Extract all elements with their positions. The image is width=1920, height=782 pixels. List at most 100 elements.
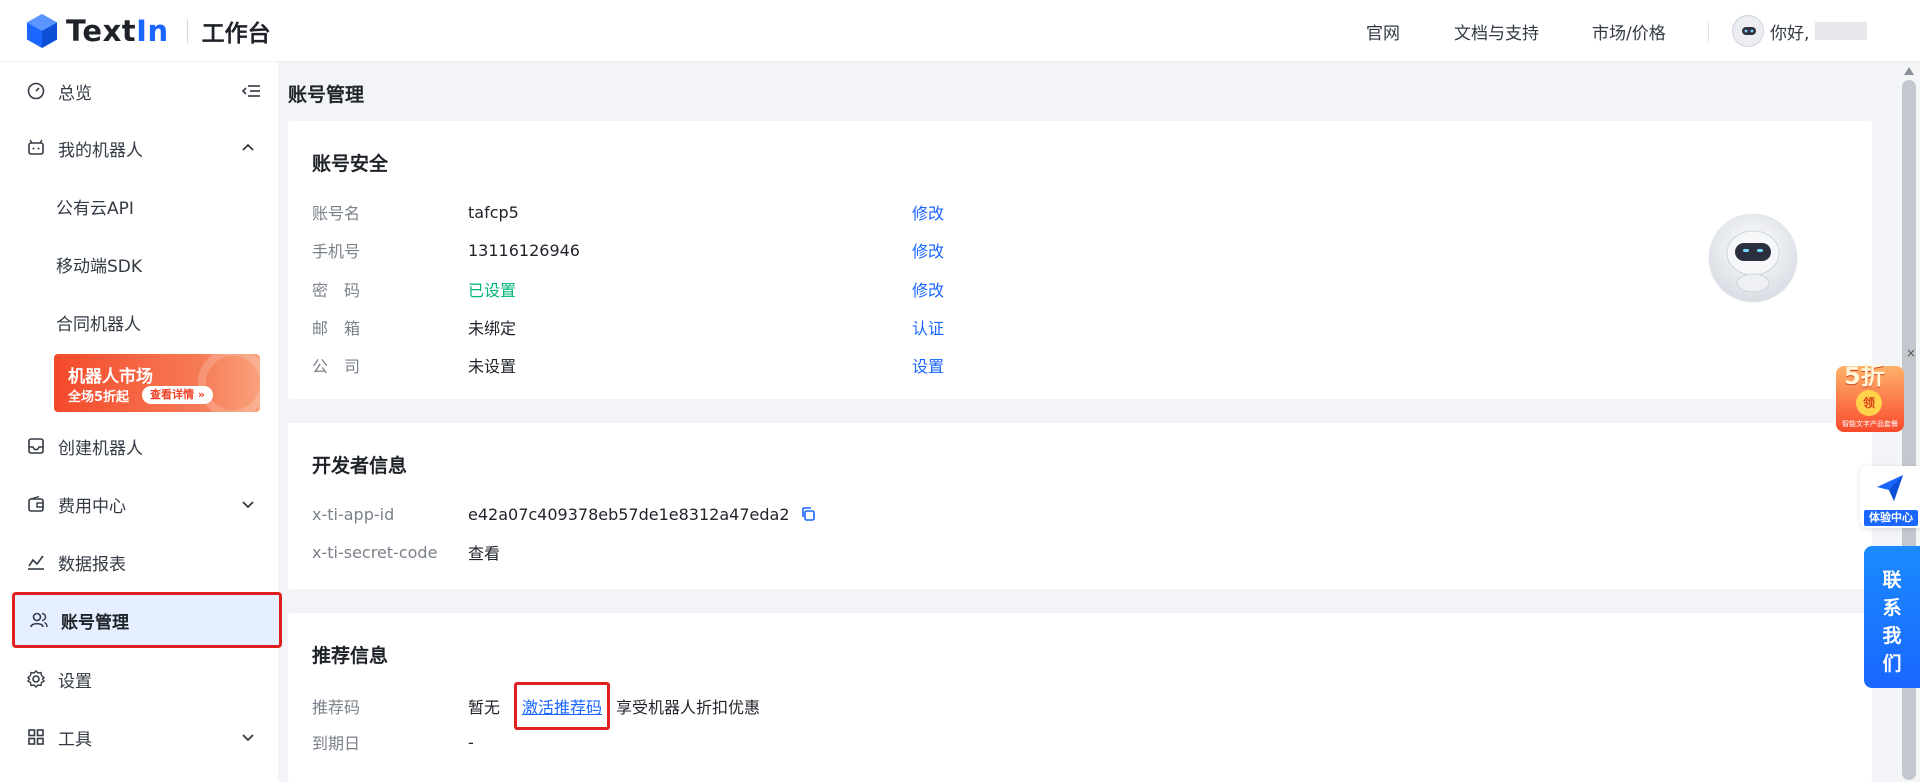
password-status: 已设置: [468, 281, 517, 300]
robot-market-promo-banner[interactable]: 机器人市场 全场5折起 查看详情 »: [54, 354, 260, 412]
user-menu[interactable]: 你好,: [1732, 15, 1868, 47]
sidebar-item-settings[interactable]: 设置: [12, 654, 280, 704]
users-icon: [29, 610, 49, 630]
sidebar: 总览 我的机器人 公有云API 移动端SDK 合同机器人 机器人市场 全场5折起…: [0, 62, 282, 782]
sidebar-item-billing[interactable]: 费用中心: [12, 479, 280, 529]
brand-logo[interactable]: TextIn 工作台: [26, 13, 271, 49]
section-title-developer-info: 开发者信息: [312, 455, 408, 477]
nav-market-price[interactable]: 市场/价格: [1592, 19, 1666, 44]
dashboard-icon: [26, 81, 46, 101]
scroll-up-arrow-icon[interactable]: [1903, 66, 1915, 76]
inbox-icon: [26, 436, 46, 456]
discount-tiny-text: 智能文字产品套餐: [1842, 420, 1898, 428]
discount-coin: 领: [1856, 390, 1882, 416]
field-label: 密 码: [312, 281, 361, 300]
edit-phone-link[interactable]: 修改: [912, 238, 944, 262]
sidebar-item-label: 总览: [58, 83, 92, 104]
collapse-sidebar-icon[interactable]: [240, 80, 262, 102]
edit-password-link[interactable]: 修改: [912, 277, 944, 301]
referral-code-value: 暂无: [468, 698, 501, 717]
row-password: 密 码 已设置 修改: [312, 278, 944, 300]
row-email: 邮 箱 未绑定 认证: [312, 316, 944, 338]
brand-name: TextIn: [66, 13, 169, 48]
sidebar-item-public-cloud-api[interactable]: 公有云API: [12, 181, 280, 231]
promo-title: 机器人市场: [68, 367, 153, 387]
field-label: 手机号: [312, 242, 361, 261]
field-value: tafcp5: [468, 202, 519, 222]
field-label: x-ti-secret-code: [312, 542, 438, 562]
nav-divider: [1708, 22, 1709, 42]
textin-logo-icon: [27, 13, 57, 48]
sidebar-item-account-management[interactable]: 账号管理: [12, 592, 282, 648]
grid-icon: [26, 727, 46, 747]
sidebar-item-label: 账号管理: [61, 612, 129, 633]
page-title: 账号管理: [288, 84, 365, 106]
field-value: 未绑定: [468, 319, 517, 338]
sidebar-item-my-robots[interactable]: 我的机器人: [12, 123, 280, 173]
logo-divider: [186, 18, 188, 43]
discount-big-text: 5折: [1844, 362, 1885, 390]
row-company: 公 司 未设置 设置: [312, 354, 944, 376]
sidebar-item-create-robot[interactable]: 创建机器人: [12, 421, 280, 471]
robot-avatar-icon: [1734, 17, 1763, 46]
robot-avatar-icon[interactable]: [1708, 213, 1798, 303]
gear-icon: [26, 669, 46, 689]
close-discount-button[interactable]: ×: [1906, 346, 1916, 360]
activate-referral-link[interactable]: 激活推荐码: [522, 694, 602, 718]
discount-floating-badge[interactable]: 5折 领 智能文字产品套餐: [1836, 356, 1904, 432]
sidebar-item-label: 创建机器人: [58, 438, 143, 459]
referral-info-card: 推荐信息 推荐码 暂无 激活推荐码 享受机器人折扣优惠 到期日 -: [288, 613, 1872, 782]
wallet-icon: [26, 494, 46, 514]
sidebar-item-contract-robot[interactable]: 合同机器人: [12, 297, 280, 347]
sidebar-item-data-reports[interactable]: 数据报表: [12, 537, 280, 587]
row-expire-date: 到期日 -: [312, 731, 474, 754]
field-label: 到期日: [312, 734, 361, 753]
row-account-name: 账号名 tafcp5 修改: [312, 201, 944, 224]
verify-email-link[interactable]: 认证: [912, 315, 944, 339]
nav-docs-support[interactable]: 文档与支持: [1454, 19, 1539, 44]
section-title-referral-info: 推荐信息: [312, 645, 389, 667]
field-value: 13116126946: [468, 240, 580, 260]
sidebar-item-label: 移动端SDK: [56, 256, 143, 277]
paper-plane-icon: [1877, 475, 1903, 501]
experience-center-label: 体验中心: [1864, 510, 1918, 526]
promo-subtitle: 全场5折起: [68, 390, 130, 405]
sidebar-item-label: 设置: [58, 671, 92, 692]
sidebar-item-label: 费用中心: [58, 496, 126, 517]
row-app-id: x-ti-app-id e42a07c409378eb57de1e8312a47…: [312, 503, 816, 525]
expire-date-value: -: [468, 732, 474, 752]
sidebar-item-label: 数据报表: [58, 554, 126, 575]
sidebar-item-label: 合同机器人: [56, 314, 141, 335]
experience-center-button[interactable]: 体验中心: [1860, 466, 1920, 528]
developer-info-card: 开发者信息 x-ti-app-id e42a07c409378eb57de1e8…: [288, 423, 1872, 589]
copy-icon[interactable]: [800, 506, 816, 522]
sidebar-item-label: 公有云API: [56, 198, 134, 219]
view-secret-link[interactable]: 查看: [468, 540, 500, 564]
user-name-masked: [1815, 22, 1868, 40]
set-company-link[interactable]: 设置: [912, 353, 944, 377]
chevron-down-icon: [242, 734, 254, 742]
app-id-value: e42a07c409378eb57de1e8312a47eda2: [468, 504, 790, 524]
promo-view-details-button[interactable]: 查看详情 »: [142, 386, 213, 404]
sidebar-item-tools[interactable]: 工具: [12, 712, 280, 762]
avatar: [1732, 15, 1764, 47]
chevron-down-icon: [242, 501, 254, 509]
chart-icon: [26, 552, 46, 572]
contact-us-label: 联系我们: [1882, 569, 1902, 675]
nav-official-site[interactable]: 官网: [1366, 19, 1400, 44]
field-value: 未设置: [468, 357, 517, 376]
row-referral-code: 推荐码 暂无 激活推荐码 享受机器人折扣优惠: [312, 682, 760, 730]
contact-us-button[interactable]: 联系我们: [1864, 546, 1920, 688]
referral-benefit-text: 享受机器人折扣优惠: [616, 698, 761, 717]
row-phone: 手机号 13116126946 修改: [312, 239, 944, 262]
sidebar-item-label: 我的机器人: [58, 140, 143, 161]
field-label: 账号名: [312, 204, 361, 223]
product-name: 工作台: [201, 20, 271, 47]
activate-referral-highlight: 激活推荐码: [514, 682, 611, 730]
field-label: 邮 箱: [312, 319, 361, 338]
top-header: TextIn 工作台 官网 文档与支持 市场/价格 你好,: [0, 0, 1920, 62]
edit-account-name-link[interactable]: 修改: [912, 200, 944, 224]
field-label: 公 司: [312, 357, 361, 376]
sidebar-item-mobile-sdk[interactable]: 移动端SDK: [12, 239, 280, 289]
field-label: x-ti-app-id: [312, 504, 395, 524]
